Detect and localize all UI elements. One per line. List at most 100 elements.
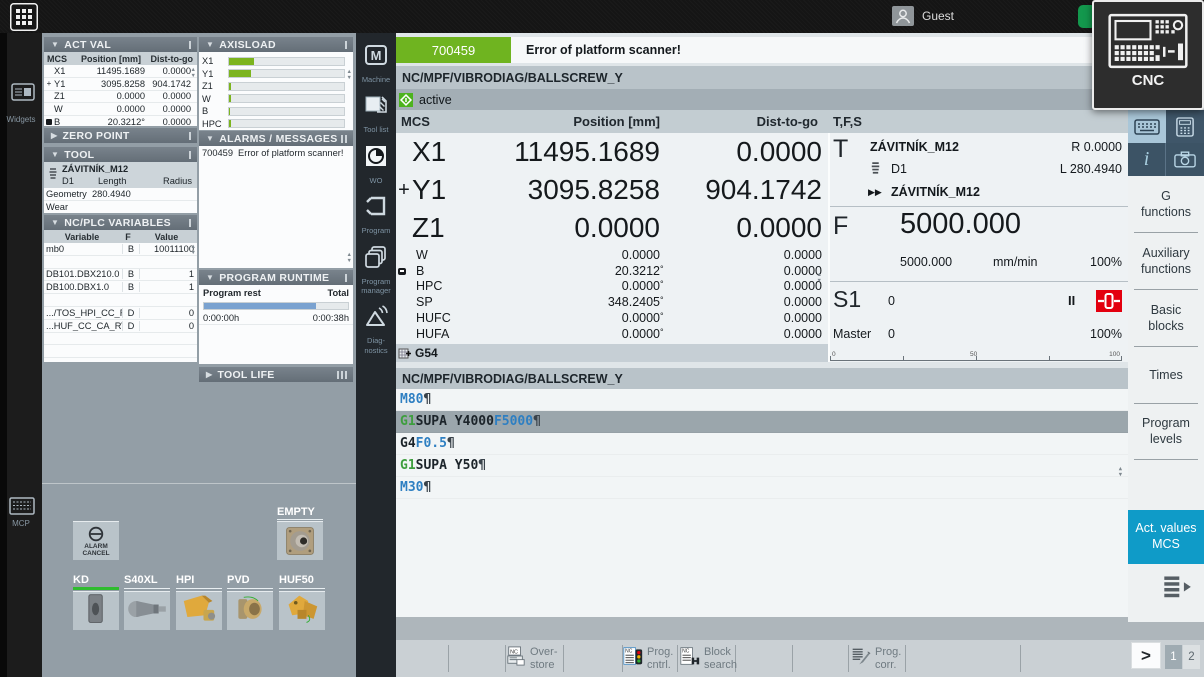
act-val-scroll[interactable]: ▲▼ <box>191 68 196 79</box>
ncplc-row <box>44 256 197 269</box>
nav-rail: MMachine Tool list WO Program Programmanager… <box>356 33 396 677</box>
tool-button-kd[interactable] <box>73 591 119 630</box>
nav-item-program[interactable]: Program <box>356 194 396 235</box>
next-page-button[interactable]: > <box>1131 642 1161 669</box>
code-line[interactable]: M80¶ <box>396 389 1128 411</box>
widget-header-tool-life[interactable]: ▶ TOOL LIFE <box>199 367 353 382</box>
empty-slot-button[interactable] <box>277 521 323 560</box>
tool-underline <box>124 588 170 589</box>
pager: > 1 2 <box>1128 640 1204 677</box>
tool-button-hpi[interactable] <box>176 591 222 630</box>
softkey-blocksearch[interactable]: NCBlocksearch <box>680 643 734 674</box>
block-search-icon: NC <box>680 644 700 673</box>
alarm-message: Error of platform scanner! <box>526 43 681 57</box>
code-line[interactable]: M30¶ <box>396 477 1128 499</box>
tool-button-s40xl[interactable] <box>124 591 170 630</box>
axis-row-hufc: HUFC0.0000°0.0000 <box>396 310 828 326</box>
widget-header-act-val[interactable]: ▼ ACT VAL <box>44 37 197 52</box>
nav-item-machine[interactable]: MMachine <box>356 43 396 84</box>
tool-label-s40xl: S40XL <box>124 574 158 586</box>
mcp-button[interactable] <box>9 497 35 515</box>
editor-path: NC/MPF/VIBRODIAG/BALLSCREW_Y <box>402 372 623 386</box>
alarm-cancel-button[interactable]: ALARM CANCEL <box>73 521 119 560</box>
widgets-icon <box>11 83 35 101</box>
tab-calculator[interactable] <box>1166 110 1204 143</box>
code-editor[interactable]: M80¶G1 SUPA Y4000 F5000¶G4 F0.5¶G1 SUPA … <box>396 389 1128 617</box>
widget-header-tool[interactable]: ▼ TOOL <box>44 147 197 162</box>
nav-item-diagnostics[interactable]: Diag-nostics <box>356 304 396 355</box>
softkey-prog-corr-[interactable]: Prog.corr. <box>851 643 904 674</box>
softkey-basic-blocks[interactable]: Basic blocks <box>1128 290 1204 347</box>
page-tab-2[interactable]: 2 <box>1183 645 1200 669</box>
alarm-number-badge[interactable]: 700459 <box>396 37 511 63</box>
svg-text:NC: NC <box>625 649 633 655</box>
expand-icon: ▶ <box>51 131 57 140</box>
nav-item-toollist[interactable]: Tool list <box>356 93 396 134</box>
alarms-scroll[interactable]: ▲▼ <box>347 253 352 264</box>
softkey-label: Prog.cntrl. <box>647 646 673 671</box>
softkey-act-values-mcs[interactable]: Act. values MCS <box>1128 510 1204 564</box>
softkey-divider <box>905 645 906 672</box>
widget-title: NC/PLC VARIABLES <box>64 217 171 229</box>
softkey-g-functions[interactable]: G functions <box>1128 176 1204 233</box>
pin-icon <box>189 151 191 159</box>
hpi-tool-icon <box>178 592 220 631</box>
axis-scroll[interactable]: ▲▼ <box>817 273 822 284</box>
widget-header-axisload[interactable]: ▼ AXISLOAD <box>199 37 353 52</box>
empty-flange-icon <box>279 524 321 558</box>
softkey-auxiliary-functions[interactable]: Auxiliary functions <box>1128 233 1204 290</box>
collapse-icon: ▼ <box>206 134 214 143</box>
editor-scroll[interactable]: ▲▼ <box>1119 467 1122 478</box>
code-line[interactable]: G4 F0.5¶ <box>396 433 1128 455</box>
pin-icon <box>189 219 191 227</box>
screenshot-button[interactable] <box>1166 143 1204 176</box>
softkey-label: Over-store <box>530 646 558 671</box>
code-line[interactable]: G1 SUPA Y50¶ <box>396 455 1128 477</box>
softkey-prog-cntrl-[interactable]: NC Prog.cntrl. <box>623 643 676 674</box>
widget-runtime: Program rest Total 0:00:00h 0:00:38h <box>199 285 353 364</box>
f-label: F <box>833 212 848 241</box>
cnc-panel-overlay[interactable]: CNC <box>1092 0 1204 110</box>
tab-actual-values[interactable] <box>1128 110 1166 143</box>
tool-underline <box>176 588 222 589</box>
tool-button-pvd[interactable] <box>227 591 273 630</box>
app-grid-button[interactable] <box>10 3 38 31</box>
program-state-label: active <box>419 93 452 107</box>
axisload-scroll[interactable]: ▲▼ <box>347 70 352 81</box>
widget-header-zero-point[interactable]: ▶ ZERO POINT <box>44 128 197 143</box>
widget-header-ncplc[interactable]: ▼ NC/PLC VARIABLES <box>44 215 197 230</box>
nav-item-wo[interactable]: WO <box>356 144 396 185</box>
softkey-divider <box>563 645 564 672</box>
ncplc-scroll[interactable]: ▲▼ <box>191 245 196 256</box>
info-button[interactable]: i <box>1128 143 1166 176</box>
alarm-number: 700459 <box>202 148 233 158</box>
col-variable: Variable <box>44 232 120 242</box>
left-rail: Widgets MCP <box>0 33 42 677</box>
g-function-bar: G54 <box>396 344 828 362</box>
nav-item-label: Machine <box>362 75 390 84</box>
softkey-program-levels[interactable]: Program levels <box>1128 404 1204 460</box>
page-tab-1[interactable]: 1 <box>1165 645 1182 669</box>
widget-title: ACT VAL <box>64 39 111 51</box>
scroll-down-icon: ▼ <box>191 251 196 256</box>
ncplc-row: DB100.DBX1.0B1 <box>44 281 197 294</box>
widget-header-runtime[interactable]: ▼ PROGRAM RUNTIME <box>199 270 353 285</box>
axis-row-hpc: HPC0.0000°0.0000 <box>396 279 828 295</box>
code-line[interactable]: G1 SUPA Y4000 F5000¶ <box>396 411 1128 433</box>
axis-row-hufa: HUFA0.0000°0.0000 <box>396 326 828 342</box>
scale-0: 0 <box>832 351 836 358</box>
collapse-icon: ▼ <box>206 273 214 282</box>
nav-item-label: WO <box>370 176 383 185</box>
menu-extend-button[interactable] <box>1162 573 1192 599</box>
nav-item-program-manager[interactable]: Programmanager <box>356 245 396 296</box>
widget-header-alarms[interactable]: ▼ ALARMS / MESSAGES <box>199 131 353 146</box>
axisload-fill <box>229 108 230 115</box>
spindle-stop-icon <box>1096 290 1122 312</box>
widgets-button[interactable] <box>11 83 35 101</box>
pvd-tool-icon <box>229 592 271 631</box>
tool-button-huf50[interactable] <box>279 591 325 630</box>
info-icon: i <box>1144 148 1150 171</box>
user-menu[interactable]: Guest <box>892 6 954 26</box>
softkey-over-store[interactable]: NCOver-store <box>506 643 562 674</box>
softkey-times[interactable]: Times <box>1128 347 1204 404</box>
